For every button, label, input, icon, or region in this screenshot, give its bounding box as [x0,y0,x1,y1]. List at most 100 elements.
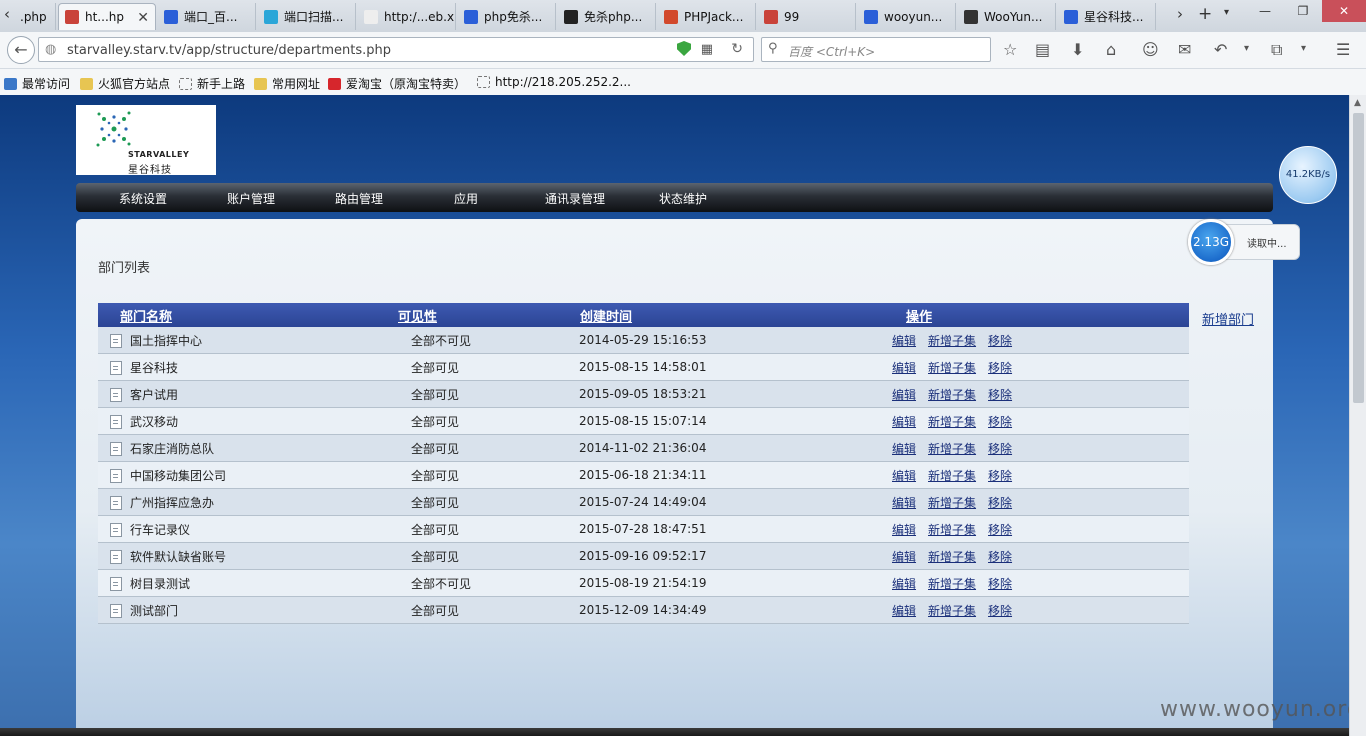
chat-bubble-icon[interactable]: ✉ [1178,40,1191,59]
edit-link[interactable]: 编辑 [892,415,916,429]
tab-scroll-right-icon[interactable]: › [1177,5,1183,23]
screenshot-dropdown-icon[interactable]: ▾ [1301,43,1306,54]
tab-4[interactable]: http:/...eb.xml [358,3,456,30]
close-tab-icon[interactable]: ✕ [137,10,149,26]
add-subset-link[interactable]: 新增子集 [928,577,976,591]
back-button[interactable]: ← [7,36,35,64]
table-row: 中国移动集团公司 全部可见 2015-06-18 21:34:11 编辑 新增子集 移除 [98,461,1189,489]
bookmark-ip-address[interactable]: http://218.205.252.2... [477,75,631,89]
add-subset-link[interactable]: 新增子集 [928,469,976,483]
remove-link[interactable]: 移除 [988,361,1012,375]
tab-11[interactable]: 星谷科技... [1058,3,1156,30]
edit-link[interactable]: 编辑 [892,550,916,564]
menu-route-management[interactable]: 路由管理 [335,190,383,207]
remove-link[interactable]: 移除 [988,550,1012,564]
tab-7[interactable]: PHPJack... [658,3,756,30]
bookmark-common-urls[interactable]: 常用网址 [254,75,320,92]
add-subset-link[interactable]: 新增子集 [928,442,976,456]
search-bar[interactable]: ⚲ 百度 <Ctrl+K> [761,37,991,62]
smiley-icon[interactable]: ☺ [1142,40,1159,59]
edit-link[interactable]: 编辑 [892,604,916,618]
reading-list-icon[interactable]: ▤ [1035,40,1050,59]
column-header-actions[interactable]: 操作 [879,303,1189,327]
crop-screenshot-icon[interactable]: ⧉ [1271,40,1282,60]
download-icon[interactable]: ⬇ [1071,40,1084,59]
edit-link[interactable]: 编辑 [892,496,916,510]
add-department-link[interactable]: 新增部门 [1202,309,1254,328]
remove-link[interactable]: 移除 [988,496,1012,510]
home-icon[interactable]: ⌂ [1106,40,1116,59]
edit-link[interactable]: 编辑 [892,388,916,402]
remove-link[interactable]: 移除 [988,388,1012,402]
disk-status-widget[interactable]: 读取中... 2.13G [1188,219,1300,265]
add-subset-link[interactable]: 新增子集 [928,388,976,402]
reload-icon[interactable]: ↻ [731,41,743,57]
tab-6[interactable]: 免杀php... [558,3,656,30]
tab-8[interactable]: 99 [758,3,856,30]
remove-link[interactable]: 移除 [988,523,1012,537]
bookmark-most-visited[interactable]: 最常访问 [4,75,70,92]
edit-link[interactable]: 编辑 [892,334,916,348]
column-header-created[interactable]: 创建时间 [579,303,879,327]
scrollbar-thumb[interactable] [1353,113,1364,403]
add-subset-link[interactable]: 新增子集 [928,496,976,510]
edit-link[interactable]: 编辑 [892,523,916,537]
bookmark-taobao[interactable]: 爱淘宝（原淘宝特卖） [328,75,466,92]
column-header-visibility[interactable]: 可见性 [398,303,579,327]
department-name: 软件默认缺省账号 [130,549,227,564]
add-subset-link[interactable]: 新增子集 [928,415,976,429]
bookmark-getting-started[interactable]: 新手上路 [179,75,245,92]
remove-link[interactable]: 移除 [988,334,1012,348]
add-subset-link[interactable]: 新增子集 [928,523,976,537]
undo-dropdown-icon[interactable]: ▾ [1244,43,1249,54]
tab-1[interactable]: ht...hp ✕ [58,3,156,30]
tab-2[interactable]: 端口_百... [158,3,256,30]
remove-link[interactable]: 移除 [988,577,1012,591]
remove-link[interactable]: 移除 [988,442,1012,456]
minimize-icon[interactable]: — [1247,0,1283,22]
hamburger-menu-icon[interactable]: ☰ [1336,40,1350,59]
security-shield-icon[interactable] [677,41,691,56]
qr-code-icon[interactable]: ▦ [701,42,713,57]
add-subset-link[interactable]: 新增子集 [928,604,976,618]
add-subset-link[interactable]: 新增子集 [928,361,976,375]
tab-scroll-left-icon[interactable]: ‹ [4,5,10,23]
edit-link[interactable]: 编辑 [892,469,916,483]
new-tab-icon[interactable]: + [1198,4,1212,24]
starvalley-logo[interactable]: STARVALLEY 星谷科技 [76,105,216,176]
network-speed-widget[interactable]: 41.2KB/s [1279,146,1337,204]
tab-list-dropdown-icon[interactable]: ▾ [1224,7,1229,18]
restore-icon[interactable]: ❐ [1285,0,1321,22]
tab-10[interactable]: WooYun... [958,3,1056,30]
menu-status-maintenance[interactable]: 状态维护 [659,190,707,207]
tab-3[interactable]: 端口扫描... [258,3,356,30]
add-subset-link[interactable]: 新增子集 [928,334,976,348]
remove-link[interactable]: 移除 [988,415,1012,429]
bookmark-star-icon[interactable]: ☆ [1003,40,1017,59]
menu-contacts-management[interactable]: 通讯录管理 [545,190,605,207]
table-body: 国土指挥中心 全部不可见 2014-05-29 15:16:53 编辑 新增子集 移除 星谷… [98,327,1189,624]
remove-link[interactable]: 移除 [988,469,1012,483]
cell-name: 中国移动集团公司 [98,461,398,489]
tab-9[interactable]: wooyun... [858,3,956,30]
url-bar[interactable]: ◍ starvalley.starv.tv/app/structure/depa… [38,37,754,62]
cell-name: 石家庄消防总队 [98,434,398,462]
remove-link[interactable]: 移除 [988,604,1012,618]
menu-applications[interactable]: 应用 [454,190,478,207]
menu-system-settings[interactable]: 系统设置 [119,190,167,207]
tab-0[interactable]: .php [14,3,56,30]
edit-link[interactable]: 编辑 [892,577,916,591]
scroll-up-arrow-icon[interactable]: ▲ [1354,98,1361,108]
add-subset-link[interactable]: 新增子集 [928,550,976,564]
tab-5[interactable]: php免杀... [458,3,556,30]
edit-link[interactable]: 编辑 [892,361,916,375]
menu-account-management[interactable]: 账户管理 [227,190,275,207]
bookmark-firefox-sites[interactable]: 火狐官方站点 [80,75,170,92]
close-window-icon[interactable]: ✕ [1322,0,1366,22]
url-text[interactable]: starvalley.starv.tv/app/structure/depart… [67,43,391,58]
column-header-name[interactable]: 部门名称 [98,303,398,327]
undo-icon[interactable]: ↶ [1214,40,1227,59]
edit-link[interactable]: 编辑 [892,442,916,456]
search-input[interactable]: 百度 <Ctrl+K> [788,43,875,60]
vertical-scrollbar[interactable]: ▲ [1349,95,1366,736]
